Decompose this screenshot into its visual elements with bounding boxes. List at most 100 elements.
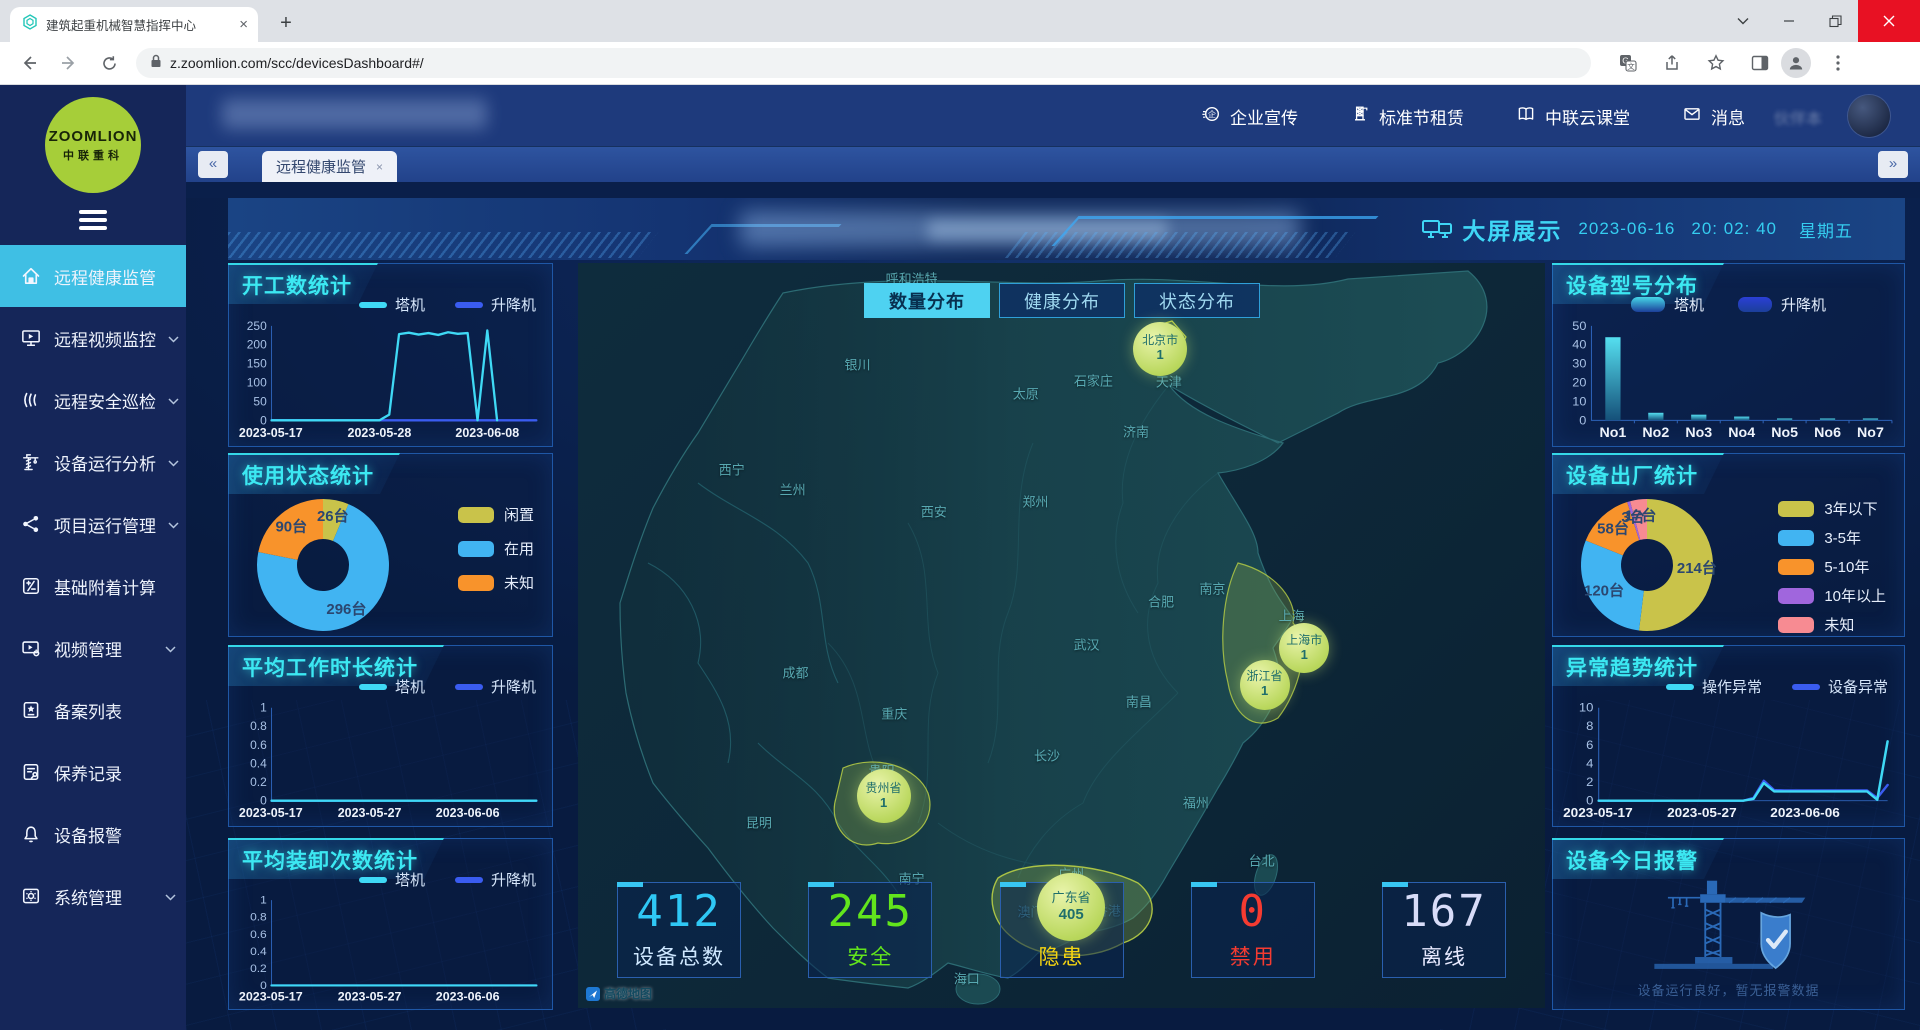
svg-text:100: 100: [247, 375, 267, 389]
map-province-marker[interactable]: 贵州省1: [857, 769, 911, 823]
legend-item: 未知: [458, 572, 534, 593]
chart-legend: 塔机升降机: [1553, 294, 1904, 315]
map-province-marker[interactable]: 北京市1: [1133, 322, 1187, 376]
window-close-button[interactable]: [1858, 0, 1920, 42]
header-weekday: 星期五: [1799, 217, 1853, 242]
svg-text:No7: No7: [1857, 424, 1884, 440]
user-avatar[interactable]: [1848, 95, 1890, 137]
topnav-item[interactable]: 标准节租赁: [1350, 104, 1464, 129]
topnav-item[interactable]: 中联云课堂: [1516, 104, 1630, 129]
maintenance-icon: [20, 761, 42, 783]
sidebar-item[interactable]: 项目运行管理: [0, 493, 186, 555]
url-text[interactable]: z.zoomlion.com/scc/devicesDashboard#/: [170, 55, 424, 71]
logo-text-cn: 中联重科: [63, 147, 123, 163]
anomaly-trend-line-chart: 02468102023-05-172023-05-272023-06-06: [1561, 700, 1896, 822]
workspace-tab-close-icon[interactable]: ×: [376, 160, 383, 174]
sidebar-item[interactable]: 视频管理: [0, 617, 186, 679]
forward-button[interactable]: [52, 46, 86, 80]
map-city-label: 南京: [1199, 578, 1225, 597]
chevron-down-icon: [165, 638, 176, 658]
legend-label: 塔机: [395, 869, 425, 890]
stat-value: 412: [618, 883, 740, 941]
workspace-tabbar: « 远程健康监管 × »: [186, 147, 1920, 182]
legend-label: 10年以上: [1824, 585, 1886, 606]
sidebar-item-label: 视频管理: [54, 636, 122, 661]
stat-value: 0: [1192, 883, 1314, 941]
sidebar-item[interactable]: 远程视频监控: [0, 307, 186, 369]
chart-legend: 塔机升降机: [359, 676, 536, 697]
dashboard: 大屏展示 2023-06-16 20: 02: 40 星期五 开工数统计 塔机升…: [186, 182, 1920, 1030]
legend-label: 升降机: [491, 294, 536, 315]
map-mode-button[interactable]: 数量分布: [864, 283, 990, 318]
stat-label: 离线: [1383, 941, 1505, 971]
sidebar-item[interactable]: 远程安全巡检: [0, 369, 186, 431]
legend-label: 塔机: [395, 676, 425, 697]
map-city-label: 石家庄: [1074, 370, 1113, 389]
panel-anomaly-trend: 异常趋势统计 操作异常设备异常 02468102023-05-172023-05…: [1552, 645, 1905, 827]
back-button[interactable]: [12, 46, 46, 80]
menu-toggle-icon[interactable]: [79, 210, 107, 234]
share-icon[interactable]: [1655, 46, 1689, 80]
map-city-label: 南昌: [1126, 692, 1152, 711]
big-screen-button[interactable]: 大屏展示: [1422, 212, 1562, 246]
sidebar-item[interactable]: 设备运行分析: [0, 431, 186, 493]
sidebar-item[interactable]: 备案列表: [0, 679, 186, 741]
url-bar[interactable]: z.zoomlion.com/scc/devicesDashboard#/: [136, 48, 1591, 78]
tabs-scroll-left-button[interactable]: «: [198, 151, 228, 178]
logo-text-en: ZOOMLION: [49, 128, 138, 145]
map-province-marker[interactable]: 广东省405: [1037, 873, 1105, 941]
profile-avatar[interactable]: [1781, 48, 1811, 78]
window-restore-button[interactable]: [1812, 0, 1858, 42]
svg-text:214台: 214台: [1677, 559, 1717, 577]
svg-text:0: 0: [1579, 413, 1586, 427]
topnav-item[interactable]: 消息: [1682, 104, 1745, 129]
china-map[interactable]: 呼和浩特银川太原石家庄天津济南西宁兰州西安郑州南京合肥上海武汉成都重庆南昌长沙贵…: [578, 263, 1545, 1008]
panel-title: 开工数统计: [228, 263, 378, 304]
topnav-item[interactable]: 企企业宣传: [1201, 104, 1298, 129]
bell-icon: [20, 823, 42, 845]
topnav-item-label: 标准节租赁: [1379, 104, 1464, 129]
legend-item: 在用: [458, 538, 534, 559]
map-city-label: 昆明: [746, 812, 772, 831]
svg-text:No6: No6: [1814, 424, 1841, 440]
map-city-label: 成都: [783, 663, 809, 682]
legend-label: 塔机: [1674, 294, 1704, 315]
new-tab-button[interactable]: +: [272, 10, 300, 38]
translate-icon[interactable]: G文: [1611, 46, 1645, 80]
bookmark-star-icon[interactable]: [1699, 46, 1733, 80]
legend-swatch: [458, 541, 494, 557]
browser-toolbar: z.zoomlion.com/scc/devicesDashboard#/ G文: [0, 42, 1920, 85]
chart-legend: 塔机升降机: [359, 869, 536, 890]
sidebar-menu: 远程健康监管远程视频监控远程安全巡检设备运行分析项目运行管理基础附着计算视频管理…: [0, 245, 186, 927]
svg-text:90台: 90台: [275, 517, 307, 535]
browser-menu-kebab-icon[interactable]: [1821, 46, 1855, 80]
map-mode-button[interactable]: 状态分布: [1134, 283, 1260, 318]
reload-button[interactable]: [92, 46, 126, 80]
window-menu-chevron-icon[interactable]: [1720, 0, 1766, 42]
map-city-label: 长沙: [1034, 745, 1060, 764]
svg-text:2023-05-17: 2023-05-17: [239, 806, 303, 820]
sidebar-item[interactable]: 基础附着计算: [0, 555, 186, 617]
side-panel-icon[interactable]: [1743, 46, 1777, 80]
crane-icon: [20, 451, 42, 473]
sidebar-item[interactable]: 保养记录: [0, 741, 186, 803]
marker-province-name: 浙江省: [1247, 670, 1283, 684]
svg-text:No1: No1: [1600, 424, 1627, 440]
sidebar-item[interactable]: 设备报警: [0, 803, 186, 865]
legend-label: 3-5年: [1824, 527, 1861, 548]
svg-text:2023-05-28: 2023-05-28: [348, 426, 412, 440]
chevron-down-icon: [165, 886, 176, 906]
sidebar-item[interactable]: 远程健康监管: [0, 245, 186, 307]
map-mode-button[interactable]: 健康分布: [999, 283, 1125, 318]
legend-label: 未知: [1824, 614, 1854, 635]
sidebar-item[interactable]: 系统管理: [0, 865, 186, 927]
tab-close-icon[interactable]: ×: [239, 16, 248, 33]
window-minimize-button[interactable]: [1766, 0, 1812, 42]
tabs-scroll-right-button[interactable]: »: [1878, 151, 1908, 178]
map-province-marker[interactable]: 浙江省1: [1240, 660, 1290, 710]
browser-tab[interactable]: 建筑起重机械智慧指挥中心 ×: [10, 7, 258, 42]
map-province-marker[interactable]: 上海市1: [1279, 623, 1329, 673]
legend-swatch: [1631, 297, 1665, 312]
workspace-tab-active[interactable]: 远程健康监管 ×: [262, 151, 397, 182]
svg-text:20: 20: [1572, 376, 1586, 390]
